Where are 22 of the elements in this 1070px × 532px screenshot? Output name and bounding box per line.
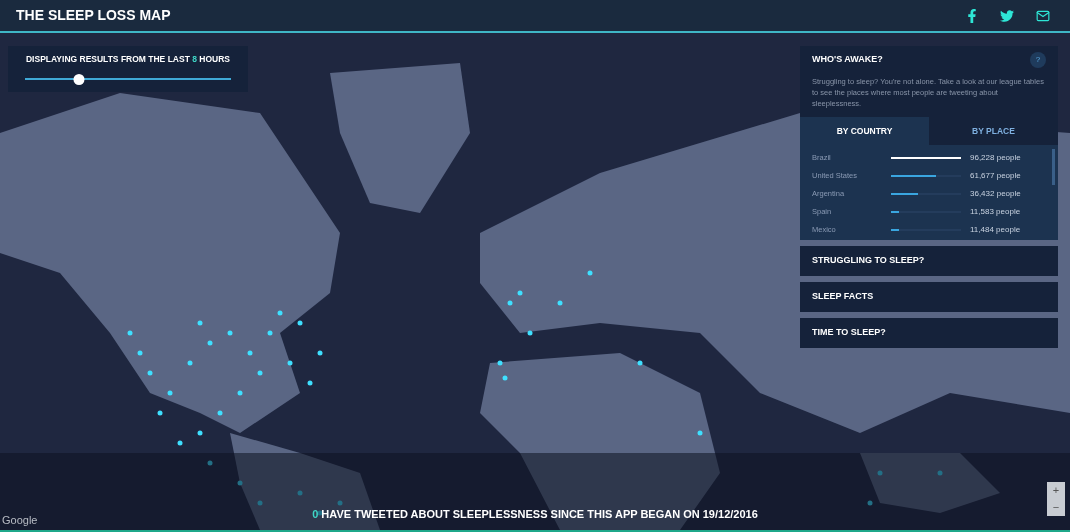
help-button[interactable]: ?: [1030, 52, 1046, 68]
time-slider[interactable]: [25, 73, 231, 86]
accordion-header[interactable]: SLEEP FACTS: [800, 282, 1058, 312]
twitter-icon[interactable]: [1000, 8, 1014, 23]
time-filter-label: DISPLAYING RESULTS FROM THE LAST 8 HOURS: [25, 52, 231, 66]
people-count: 61,677 people: [970, 169, 1021, 182]
facebook-icon[interactable]: [966, 8, 978, 23]
accordion-header[interactable]: STRUGGLING TO SLEEP?: [800, 246, 1058, 276]
zoom-in-button[interactable]: +: [1047, 482, 1065, 499]
people-count: 96,228 people: [970, 151, 1021, 164]
panel-title: WHO'S AWAKE?: [812, 53, 883, 67]
mail-icon[interactable]: [1036, 8, 1050, 23]
zoom-out-button[interactable]: −: [1047, 499, 1065, 516]
people-count: 36,432 people: [970, 187, 1021, 200]
people-count: 11,583 people: [970, 205, 1021, 218]
accordion-header[interactable]: TIME TO SLEEP?: [800, 318, 1058, 348]
tweet-counter: 0 HAVE TWEETED ABOUT SLEEPLESSNESS SINCE THIS APP BEGAN ON 19/12/2016: [312, 506, 758, 522]
slider-thumb[interactable]: [73, 73, 85, 85]
map-attribution: Google: [2, 512, 38, 528]
league-tab[interactable]: BY COUNTRY: [800, 117, 929, 145]
app-title: THE SLEEP LOSS MAP: [16, 6, 171, 25]
people-count: 11,484 people: [970, 223, 1021, 236]
